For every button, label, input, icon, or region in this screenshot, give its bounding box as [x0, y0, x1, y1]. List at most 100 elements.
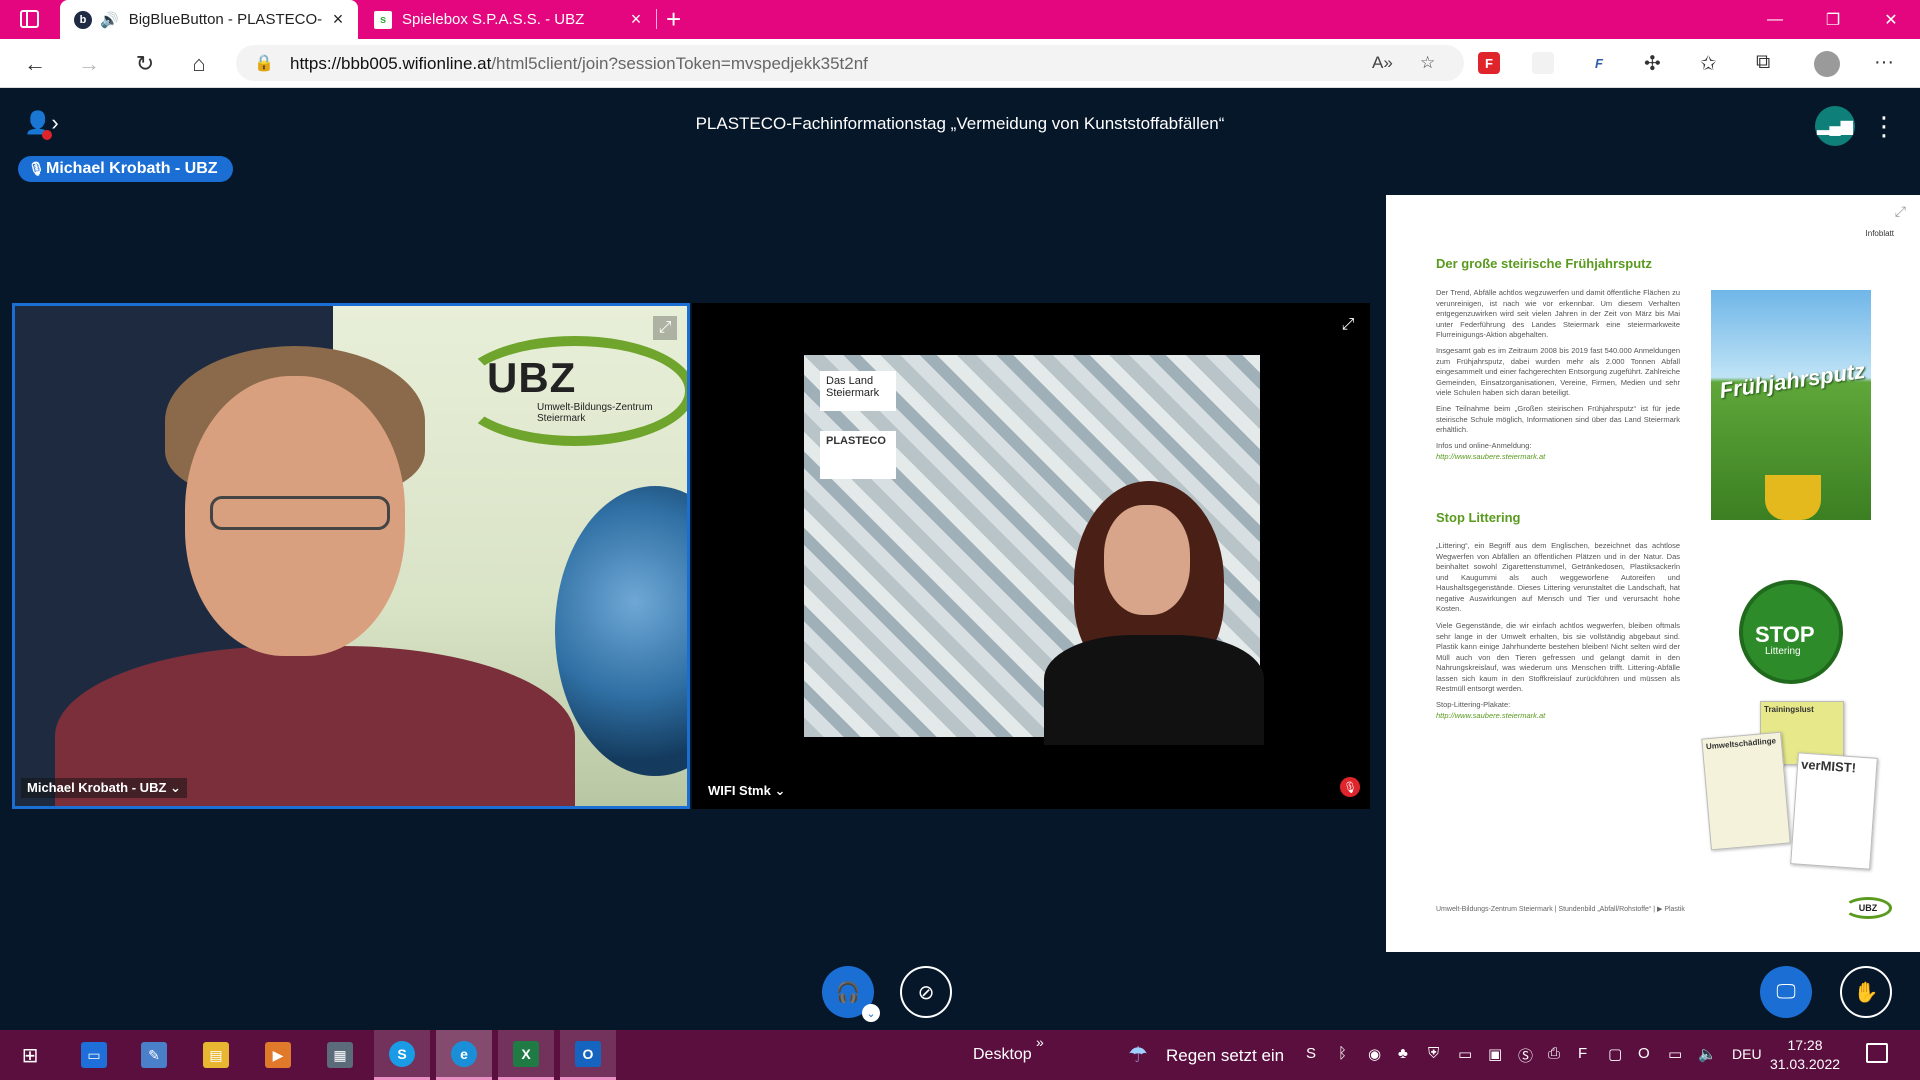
presentation-toggle-button[interactable]: 🖵 [1760, 966, 1812, 1018]
close-tab-icon[interactable]: × [328, 9, 348, 30]
weather-widget[interactable]: Regen setzt ein [1166, 1046, 1284, 1066]
ubz-favicon-icon: s [374, 10, 392, 29]
vertical-tabs-icon[interactable] [20, 10, 39, 28]
taskbar-app-explorer[interactable]: ▤ [188, 1030, 244, 1080]
webcam-stream: UBZ Umwelt-Bildungs-Zentrum Steiermark [15, 306, 687, 806]
tab-title: BigBlueButton - PLASTECO- [128, 11, 323, 28]
skype-icon: S [389, 1040, 415, 1067]
desktop-toolbar-label[interactable]: Desktop [973, 1046, 1032, 1064]
fullscreen-icon[interactable]: ⤢ [1336, 313, 1360, 337]
collections-icon[interactable]: ⧉ [1756, 51, 1770, 74]
home-icon[interactable]: ⌂ [184, 49, 214, 79]
slide-label: Stop-Littering-Plakate: [1436, 700, 1511, 709]
slide-link: http://www.saubere.steiermark.at [1436, 452, 1546, 461]
app-icon: ▶ [265, 1042, 291, 1068]
video-tile-wifi[interactable]: Das Land Steiermark PLASTECO ⤢ WIFI Stmk… [692, 303, 1370, 809]
battery-icon[interactable]: ▭ [1668, 1045, 1682, 1063]
badge-subtext: Littering [1765, 646, 1801, 657]
add-favorite-icon[interactable]: ☆ [1420, 53, 1435, 73]
share-webcam-button[interactable]: ⊘ [900, 966, 952, 1018]
fruehjahrsputz-image: Frühjahrsputz [1711, 290, 1871, 520]
stop-littering-badge: STOP Littering [1739, 580, 1843, 684]
flash-tray-icon[interactable]: F [1578, 1045, 1587, 1062]
start-button[interactable]: ⊞ [2, 1030, 58, 1080]
taskbar-app-excel[interactable]: X [498, 1030, 554, 1080]
tab-spielebox[interactable]: s Spielebox S.P.A.S.S. - UBZ × [360, 0, 656, 39]
plasteco-logo: PLASTECO [820, 431, 896, 479]
outlook-icon: O [575, 1040, 601, 1067]
taskbar-app-calculator[interactable]: ▦ [312, 1030, 368, 1080]
chevron-right-icon[interactable]: » [1036, 1034, 1044, 1050]
taskbar-app-outlook[interactable]: O [560, 1030, 616, 1080]
connection-status-button[interactable]: ▂▄▆ [1815, 106, 1855, 146]
input-language[interactable]: DEU [1732, 1046, 1762, 1062]
forward-icon[interactable]: → [74, 49, 104, 79]
bluetooth-icon[interactable]: ᛒ [1338, 1045, 1347, 1062]
slide-heading: Stop Littering [1436, 510, 1521, 525]
read-aloud-icon[interactable]: A» [1372, 53, 1393, 73]
printer-icon[interactable]: ⎙ [1548, 1045, 1560, 1062]
poster-umweltschaedlinge: Umweltschädlinge [1701, 731, 1791, 851]
taskbar-app-edu[interactable]: ▭ [66, 1030, 122, 1080]
tab-bigbluebutton[interactable]: b 🔊 BigBlueButton - PLASTECO- × [60, 0, 358, 39]
signal-bars-icon: ▂▄▆ [1817, 118, 1853, 135]
lock-icon[interactable]: 🔒 [254, 53, 274, 73]
audio-button[interactable]: 🎧 ⌄ [822, 966, 880, 1022]
options-menu-button[interactable]: ⋮ [1871, 108, 1897, 144]
windows-taskbar: ⊞ ▭ ✎ ▤ ▶ ▦ S e X O Desktop » ☂ Regen se… [0, 1030, 1920, 1080]
blank-extension-icon[interactable] [1532, 52, 1554, 74]
restore-icon[interactable]: ❐ [1804, 0, 1862, 39]
taskbar-app-media[interactable]: ▶ [250, 1030, 306, 1080]
fullscreen-icon[interactable]: ⤢ [653, 316, 677, 340]
tab-title: Spielebox S.P.A.S.S. - UBZ [402, 11, 585, 28]
back-icon[interactable]: ← [20, 49, 50, 79]
chevron-down-icon[interactable]: ⌄ [862, 1004, 880, 1022]
excel-icon: X [513, 1040, 539, 1067]
skype-tray-icon[interactable]: Ⓢ [1518, 1045, 1533, 1066]
taskbar-app-skype[interactable]: S [374, 1030, 430, 1080]
talker-name: Michael Krobath - UBZ [46, 160, 218, 177]
security-shield-icon[interactable]: ⛨ [1428, 1045, 1439, 1062]
flash-extension-icon[interactable]: F [1478, 52, 1500, 74]
profile-avatar[interactable] [1814, 51, 1840, 77]
close-tab-icon[interactable]: × [626, 9, 646, 30]
tray-app-icon[interactable]: ♣ [1398, 1045, 1408, 1062]
edge-icon: e [451, 1040, 477, 1067]
tray-app-icon[interactable]: ▣ [1488, 1045, 1502, 1063]
notification-center-icon[interactable] [1866, 1043, 1888, 1063]
folder-icon: ▤ [203, 1042, 229, 1068]
video-user-label[interactable]: Michael Krobath - UBZ ⌄ [21, 778, 187, 798]
video-user-label[interactable]: WIFI Stmk ⌄ [702, 781, 791, 801]
fullscreen-icon[interactable]: ⤢ [1895, 203, 1906, 220]
url-text[interactable]: https://bbb005.wifionline.at/html5client… [290, 54, 868, 74]
outlook-tray-icon[interactable]: O [1638, 1045, 1650, 1062]
refresh-icon[interactable]: ↻ [130, 49, 160, 79]
raise-hand-button[interactable]: ✋ [1840, 966, 1892, 1018]
tray-app-icon[interactable]: ◉ [1368, 1045, 1381, 1063]
slide-paragraph: Insgesamt gab es im Zeitraum 2008 bis 20… [1436, 346, 1680, 397]
minimize-icon[interactable]: — [1746, 0, 1804, 39]
taskbar-app-paint[interactable]: ✎ [126, 1030, 182, 1080]
f-extension-icon[interactable]: F [1588, 52, 1610, 74]
tray-display-icon[interactable]: ▭ [1458, 1045, 1472, 1063]
taskbar-app-edge[interactable]: e [436, 1030, 492, 1080]
presentation-slide[interactable]: ⤢ Infoblatt Der große steirische Frühjah… [1386, 195, 1920, 952]
tray-s-icon[interactable]: S [1306, 1045, 1316, 1062]
video-tile-michael[interactable]: UBZ Umwelt-Bildungs-Zentrum Steiermark ⤢… [12, 303, 690, 809]
extensions-puzzle-icon[interactable]: ✣ [1644, 51, 1661, 76]
close-window-icon[interactable]: ✕ [1862, 0, 1920, 39]
slide-paragraph: „Littering“, ein Begriff aus dem Englisc… [1436, 541, 1680, 613]
image-caption: Frühjahrsputz [1717, 357, 1867, 404]
microphone-icon: 🎙 [28, 161, 45, 176]
talking-indicator[interactable]: 🎙 Michael Krobath - UBZ [18, 156, 233, 182]
favorites-icon[interactable]: ✩ [1700, 51, 1717, 76]
more-options-icon[interactable]: ··· [1874, 51, 1894, 74]
address-bar[interactable]: 🔒 https://bbb005.wifionline.at/html5clie… [236, 45, 1464, 81]
system-clock[interactable]: 17:28 31.03.2022 [1764, 1036, 1846, 1074]
umbrella-icon[interactable]: ☂ [1128, 1042, 1148, 1068]
volume-icon[interactable]: 🔈 [1698, 1045, 1717, 1063]
meeting-title: PLASTECO-Fachinformationstag „Vermeidung… [695, 114, 1225, 133]
new-tab-icon[interactable]: + [666, 4, 681, 35]
speaker-icon[interactable]: 🔊 [100, 11, 119, 29]
network-icon[interactable]: ▢ [1608, 1045, 1622, 1063]
